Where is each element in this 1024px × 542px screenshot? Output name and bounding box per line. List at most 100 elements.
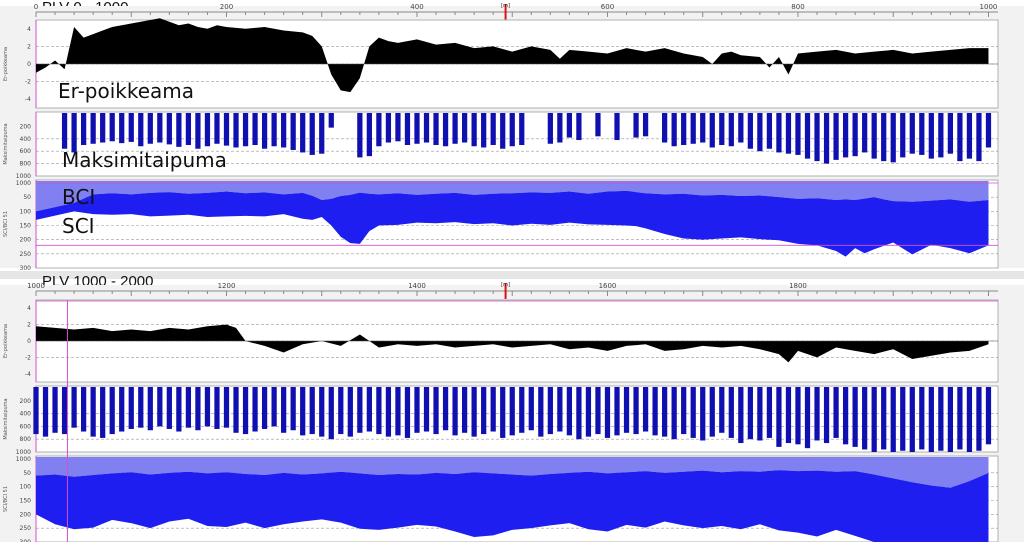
- maks-panel-y-tick-label: 200: [20, 123, 32, 130]
- maksimitaipuma-bar: [166, 113, 172, 145]
- maksimitaipuma-bar: [823, 113, 830, 164]
- maksimitaipuma-bar: [433, 113, 439, 145]
- sci-panel-y-tick-label: 100: [20, 484, 32, 491]
- sci-panel-y-tick-label: 50: [23, 470, 31, 477]
- er-panel-y-tick-label: 2: [27, 43, 31, 50]
- maksimitaipuma-bar: [471, 387, 477, 437]
- maksimitaipuma-bar: [776, 387, 782, 447]
- maksimitaipuma-bar: [709, 387, 715, 437]
- maksimitaipuma-bar: [623, 387, 630, 433]
- maksimitaipuma-bar: [823, 387, 830, 444]
- maksimitaipuma-bar: [671, 387, 677, 440]
- maksimitaipuma-bar: [604, 387, 611, 438]
- maksimitaipuma-bar: [271, 113, 277, 147]
- maksimitaipuma-bar: [814, 113, 820, 162]
- maksimitaipuma-bar: [490, 387, 496, 432]
- maksimitaipuma-bar: [909, 387, 915, 452]
- maksimitaipuma-bar: [928, 387, 934, 452]
- maksimitaipuma-bar: [557, 387, 563, 432]
- maksimitaipuma-bar: [728, 387, 734, 438]
- maksimitaipuma-bar: [42, 387, 49, 437]
- maksimitaipuma-bar: [261, 113, 268, 149]
- maksimitaipuma-bar: [138, 387, 144, 428]
- maksimitaipuma-bar: [223, 113, 230, 146]
- maksimitaipuma-bar: [766, 113, 773, 149]
- maksimitaipuma-bar: [242, 387, 249, 435]
- maksimitaipuma-bar: [957, 387, 963, 450]
- sci-panel-y-tick-label: 250: [20, 251, 32, 258]
- maksimitaipuma-bar: [319, 113, 325, 154]
- maksimitaipuma-bar: [976, 113, 982, 162]
- maksimitaipuma-bar: [109, 387, 115, 435]
- maksimitaipuma-bar: [481, 387, 487, 435]
- maksimitaipuma-bar: [81, 113, 87, 145]
- maksimitaipuma-bar: [795, 113, 801, 155]
- maksimitaipuma-bar: [195, 387, 201, 431]
- x-tick-label: 200: [220, 3, 233, 11]
- maksimitaipuma-bar: [871, 387, 877, 452]
- maksimitaipuma-bar: [328, 387, 334, 440]
- maks-panel-y-axis-label: Maksimitaipuma: [3, 123, 9, 164]
- maksimitaipuma-bar: [452, 113, 458, 144]
- maksimitaipuma-bar: [290, 113, 296, 150]
- maksimitaipuma-bar: [119, 113, 125, 144]
- maksimitaipuma-bar: [61, 113, 68, 149]
- maksimitaipuma-bar: [747, 113, 753, 149]
- sci-panel-y-tick-label: 200: [20, 237, 32, 244]
- maksimitaipuma-bar: [719, 387, 725, 433]
- er-panel-y-tick-label: 4: [27, 26, 31, 33]
- sci-panel-y-tick-label: 300: [20, 265, 32, 272]
- maksimitaipuma-bar: [795, 387, 801, 445]
- maksimitaipuma-bar: [242, 113, 249, 147]
- maksimitaipuma-bar: [662, 387, 668, 437]
- maksimitaipuma-bar: [300, 387, 306, 436]
- x-tick-label: 1400: [408, 282, 426, 290]
- maksimitaipuma-bar: [385, 113, 392, 143]
- maksimitaipuma-bar: [490, 113, 496, 145]
- maksimitaipuma-bar: [233, 387, 239, 433]
- maksimitaipuma-bar: [347, 387, 353, 437]
- maks-panel-y-axis-label: Maksimitaipuma: [3, 398, 9, 439]
- maksimitaipuma-bar: [214, 113, 220, 144]
- maksimitaipuma-bar: [519, 113, 525, 145]
- maksimitaipuma-bar: [509, 387, 515, 436]
- maksimitaipuma-bar: [966, 387, 973, 452]
- maksimitaipuma-bar: [366, 387, 372, 432]
- maksimitaipuma-bar: [566, 113, 573, 138]
- maksimitaipuma-bar: [909, 113, 915, 154]
- sci-panel-y-tick-label: 150: [20, 498, 32, 505]
- maksimitaipuma-bar: [804, 113, 811, 159]
- maksimitaipuma-bar: [366, 113, 372, 157]
- maksimitaipuma-bar: [881, 113, 887, 162]
- maksimitaipuma-bar: [223, 387, 230, 428]
- maksimitaipuma-bar: [452, 387, 458, 436]
- maksimitaipuma-bar: [738, 113, 744, 143]
- maksimitaipuma-bar: [852, 113, 858, 157]
- maksimitaipuma-bar: [595, 113, 601, 137]
- maksimitaipuma-bar: [690, 113, 696, 144]
- x-tick-label: 1800: [789, 282, 807, 290]
- maksimitaipuma-bar: [833, 387, 839, 438]
- sci-panel-y-tick-label: 50: [23, 194, 31, 201]
- maksimitaipuma-bar: [938, 387, 944, 451]
- maks-panel-y-tick-label: 1000: [16, 173, 31, 180]
- maksimitaipuma-bar: [938, 113, 944, 158]
- maksimitaipuma-bar: [176, 113, 182, 147]
- maksimitaipuma-bar: [528, 387, 534, 431]
- x-tick-label: 600: [601, 3, 614, 11]
- maksimitaipuma-bar: [357, 113, 363, 158]
- maksimitaipuma-bar: [652, 387, 658, 436]
- maksimitaipuma-bar: [414, 387, 420, 433]
- maksimitaipuma-bar: [566, 387, 573, 436]
- x-tick-label: 400: [410, 3, 423, 11]
- maksimitaipuma-bar: [614, 113, 620, 141]
- maksimitaipuma-bar: [833, 113, 839, 160]
- maksimitaipuma-bar: [481, 113, 487, 148]
- maksimitaipuma-bar: [423, 387, 430, 432]
- maksimitaipuma-bar: [166, 387, 172, 429]
- maksimitaipuma-bar: [442, 387, 449, 431]
- maksimitaipuma-bar: [738, 387, 744, 444]
- chart-stage: PLV 0 - 1000 PLV 1000 - 2000 02004006008…: [0, 0, 1024, 542]
- x-tick-label: 1200: [218, 282, 236, 290]
- maksimitaipuma-bar: [461, 113, 468, 143]
